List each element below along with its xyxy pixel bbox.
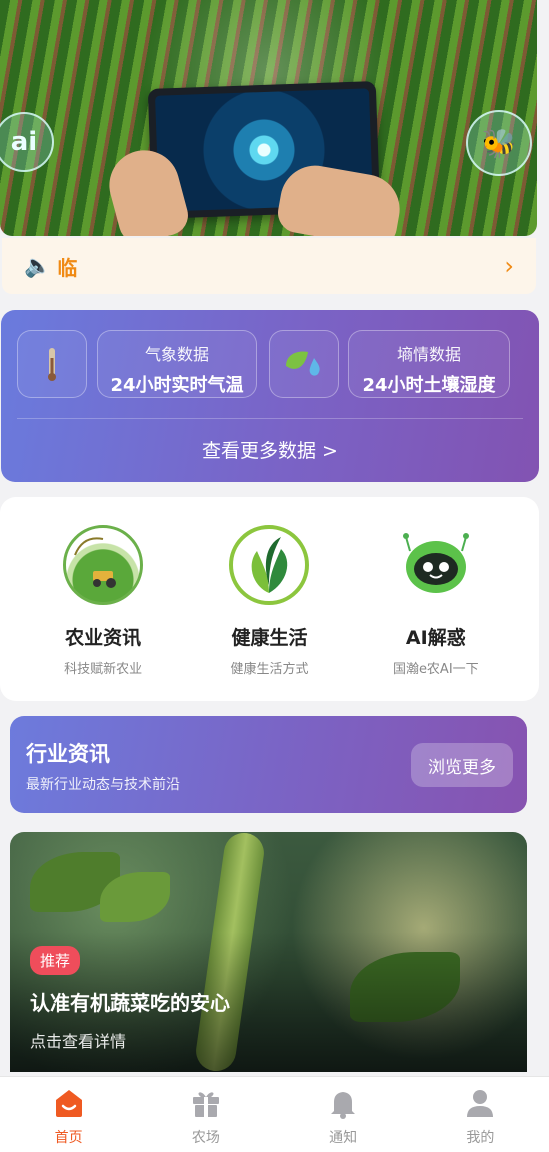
recommend-badge: 推荐 (30, 946, 81, 975)
article-headline: 认准有机蔬菜吃的安心 (30, 991, 230, 1015)
nav-label: 首页 (54, 1130, 83, 1146)
robot-icon (396, 525, 476, 605)
feature-agri-news[interactable]: 农业资讯 科技赋新农业 (28, 497, 178, 701)
browse-more-button[interactable]: 浏览更多 (411, 743, 513, 787)
nav-label: 通知 (329, 1130, 358, 1146)
divider (17, 418, 523, 419)
home-icon (55, 1090, 82, 1117)
soil-data-button[interactable]: 墒情数据 24小时土壤湿度 (348, 330, 510, 398)
notice-text: 临 (57, 255, 78, 280)
article-card[interactable]: 推荐 认准有机蔬菜吃的安心 点击查看详情 (10, 832, 527, 1072)
industry-subtitle: 最新行业动态与技术前沿 (26, 777, 180, 793)
feature-subtitle: 健康生活方式 (230, 662, 309, 677)
nav-item-home[interactable]: 首页 (0, 1077, 137, 1152)
soil-data-value: 24小时土壤湿度 (362, 375, 496, 396)
industry-news-banner: 行业资讯 最新行业动态与技术前沿 浏览更多 (10, 716, 527, 813)
features-card: 农业资讯 科技赋新农业 健康生活 健康生活方式 AI解惑 国瀚e农AI一下 (0, 497, 539, 701)
nav-item-profile[interactable]: 我的 (412, 1077, 549, 1152)
user-icon (467, 1090, 494, 1117)
soil-icon-box[interactable] (269, 330, 339, 398)
thermometer-icon-box[interactable] (17, 330, 87, 398)
nav-item-farm[interactable]: 农场 (137, 1077, 274, 1152)
nav-label: 农场 (191, 1130, 220, 1146)
industry-title: 行业资讯 (26, 742, 110, 766)
agri-news-icon (63, 525, 144, 605)
gift-icon (192, 1092, 219, 1117)
more-data-link[interactable]: 查看更多数据 > (1, 436, 539, 463)
weather-data-button[interactable]: 气象数据 24小时实时气温 (97, 330, 257, 398)
article-cta: 点击查看详情 (30, 1032, 127, 1051)
bee-bubble-icon: 🐝 (466, 110, 532, 176)
feature-title: AI解惑 (405, 627, 466, 649)
bell-icon (331, 1092, 356, 1119)
leaf-icon (229, 525, 310, 605)
feature-subtitle: 科技赋新农业 (64, 662, 143, 677)
ai-bubble-icon: ai (0, 112, 54, 172)
data-card: 气象数据 24小时实时气温 墒情数据 24小时土壤湿度 查看更多数据 > (1, 310, 539, 482)
hand-image (274, 160, 406, 236)
bottom-nav: 首页 农场 通知 我的 (0, 1076, 549, 1152)
feature-title: 农业资讯 (65, 627, 142, 649)
feature-ai-qa[interactable]: AI解惑 国瀚e农AI一下 (361, 497, 511, 701)
soil-data-title: 墒情数据 (396, 345, 461, 364)
thermometer-icon (48, 348, 56, 381)
hero-banner[interactable]: ai 🐝 (0, 0, 537, 236)
chevron-right-icon: › (504, 252, 514, 280)
feature-healthy-life[interactable]: 健康生活 健康生活方式 (194, 497, 344, 701)
feature-title: 健康生活 (231, 627, 308, 649)
leaf-water-icon (286, 351, 320, 376)
weather-data-value: 24小时实时气温 (110, 375, 244, 396)
weather-data-title: 气象数据 (144, 345, 209, 364)
speaker-icon: 🔈 (24, 253, 52, 279)
feature-subtitle: 国瀚e农AI一下 (392, 662, 479, 677)
notice-bar[interactable]: 🔈 临 › (2, 238, 536, 294)
nav-label: 我的 (466, 1130, 495, 1146)
nav-item-notify[interactable]: 通知 (275, 1077, 412, 1152)
